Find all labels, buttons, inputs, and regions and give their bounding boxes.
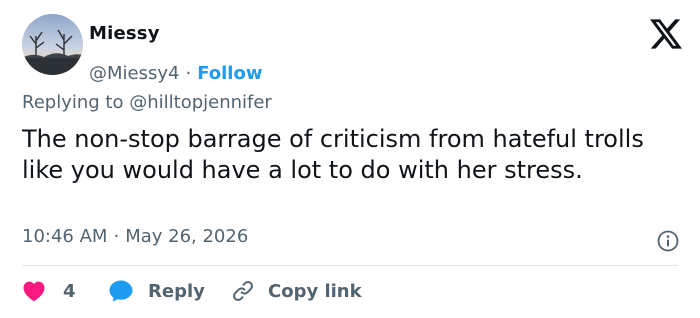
timestamp-separator: · <box>113 226 120 247</box>
divider <box>22 265 678 266</box>
tweet-date: May 26, 2026 <box>125 226 249 247</box>
replying-to-prefix: Replying to <box>22 92 124 113</box>
like-count: 4 <box>63 280 76 302</box>
heart-icon <box>23 281 45 302</box>
like-button[interactable]: 4 <box>22 279 76 303</box>
info-icon[interactable] <box>656 229 680 253</box>
copy-link-button[interactable]: Copy link <box>230 279 362 303</box>
tweet-header: Miessy @Miessy4 · Follow <box>22 14 682 84</box>
avatar-image <box>22 14 83 75</box>
x-logo-icon[interactable] <box>650 19 682 49</box>
author-handle-line: @Miessy4 · Follow <box>89 63 262 84</box>
avatar[interactable] <box>22 14 83 75</box>
replying-to-mention[interactable]: @hilltopjennifer <box>129 92 272 113</box>
reply-button[interactable]: Reply <box>108 279 205 303</box>
reply-bubble-icon <box>109 280 133 302</box>
tweet-time: 10:46 AM <box>22 226 108 247</box>
tweet-text: The non-stop barrage of criticism from h… <box>22 125 644 184</box>
author-handle[interactable]: @Miessy4 <box>89 63 179 84</box>
replying-to: Replying to @hilltopjennifer <box>22 92 272 113</box>
follow-button[interactable]: Follow <box>197 63 262 84</box>
tweet-timestamp[interactable]: 10:46 AM · May 26, 2026 <box>22 226 248 247</box>
copy-link-label: Copy link <box>268 280 362 302</box>
reply-label: Reply <box>148 280 205 302</box>
link-icon <box>233 281 253 301</box>
author-name[interactable]: Miessy <box>89 23 160 44</box>
handle-separator: · <box>185 63 192 84</box>
